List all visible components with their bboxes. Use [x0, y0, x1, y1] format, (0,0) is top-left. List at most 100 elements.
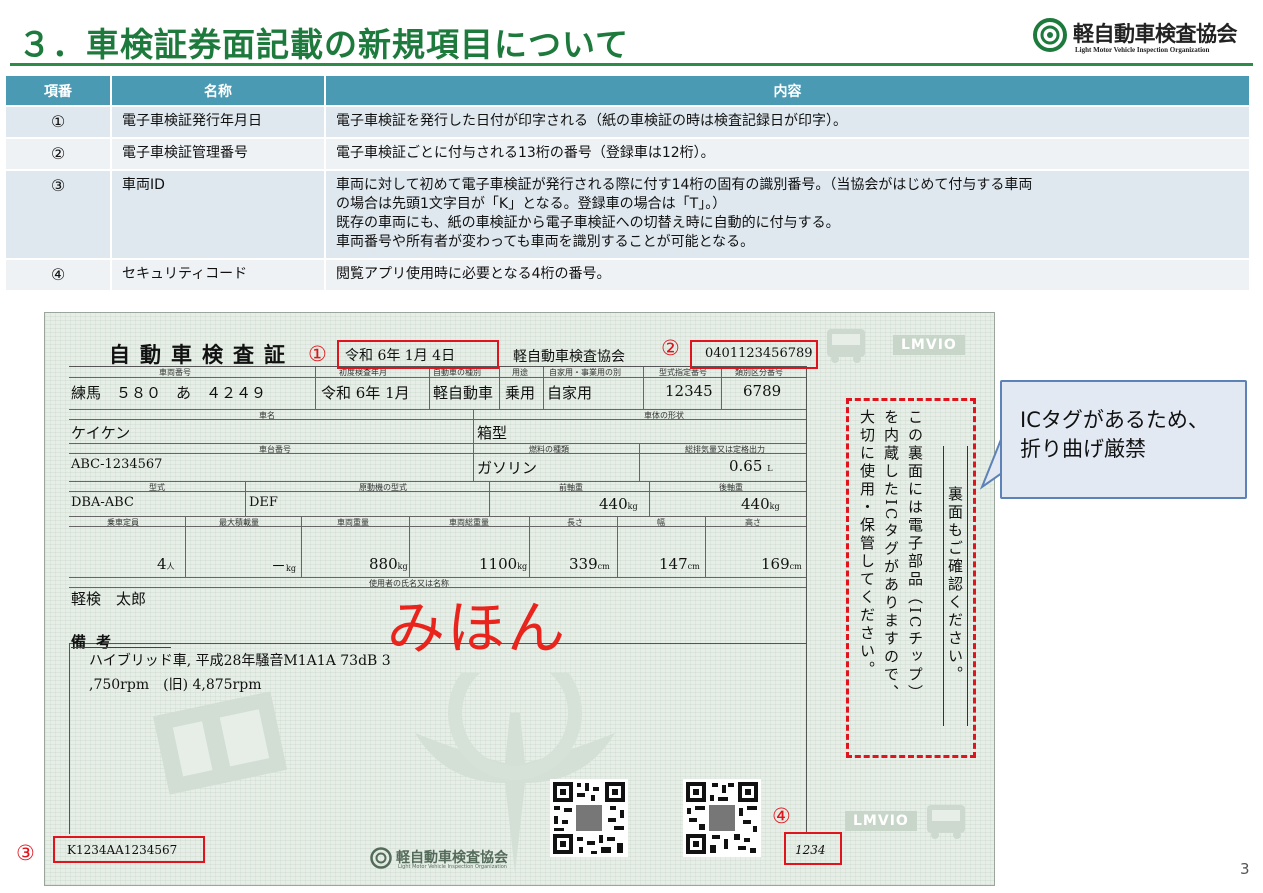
unit-label: L: [767, 464, 773, 473]
callout-line: ICタグがあるため、: [1020, 408, 1209, 432]
grid-line: [69, 526, 806, 527]
use-value: 乗用: [505, 384, 536, 402]
field-label: 後軸重: [719, 483, 743, 492]
row-number: ②: [6, 139, 112, 169]
unit-label: kg: [769, 502, 780, 511]
model-value: DBA-ABC: [71, 495, 134, 510]
row-content: 車両に対して初めて電子車検証が発行される際に付す14桁の固有の識別番号。（当協会…: [326, 171, 1249, 258]
grid-line: [429, 367, 430, 409]
table-row: ③ 車両ID 車両に対して初めて電子車検証が発行される際に付す14桁の固有の識別…: [6, 171, 1249, 258]
field-label: 総排気量又は定格出力: [685, 445, 765, 454]
length-value: 339cm: [569, 555, 610, 573]
grid-line: [69, 491, 806, 492]
height-number: 169: [761, 555, 790, 573]
row-name: 車両ID: [112, 171, 326, 258]
remarks-underline: [71, 647, 171, 648]
front-axle-value: 440kg: [599, 495, 638, 513]
grid-line: [639, 443, 640, 481]
content-line: 車両に対して初めて電子車検証が発行される際に付す14桁の固有の識別番号。（当協会…: [336, 177, 1033, 193]
field-label: 原動機の型式: [359, 483, 407, 492]
page-number: 3: [1240, 860, 1250, 878]
marker-number: ④: [772, 804, 791, 828]
marker-box-issue-date: [337, 340, 499, 369]
row-content: 電子車検証ごとに付与される13桁の番号（登録車は12桁）。: [326, 139, 1249, 169]
marker-box-ic-tag-area: [846, 398, 976, 758]
page-title: ３．車検証券面記載の新規項目について: [18, 25, 630, 64]
field-label: 車体の形状: [644, 411, 684, 420]
org-logo: 軽自動車検査協会 Light Motor Vehicle Inspection …: [1033, 16, 1258, 58]
field-label: 最大積載量: [219, 518, 259, 527]
body-shape-value: 箱型: [477, 424, 508, 442]
category-number-value: 6789: [743, 382, 782, 400]
unit-label: kg: [397, 562, 408, 571]
certificate-footer-logo: 軽自動車検査協会 Light Motor Vehicle Inspection …: [370, 845, 560, 873]
unit-label: cm: [597, 562, 610, 571]
fuel-value: ガソリン: [477, 459, 538, 477]
grid-line: [409, 516, 410, 577]
field-label: 乗車定員: [107, 518, 139, 527]
displacement-value: 0.65 L: [729, 457, 773, 475]
content-line: 電子車検証ごとに付与される13桁の番号（登録車は12桁）。: [336, 145, 715, 161]
front-axle-number: 440: [599, 495, 628, 513]
row-number: ④: [6, 260, 112, 290]
private-business-value: 自家用: [547, 384, 593, 402]
table-row: ① 電子車検証発行年月日 電子車検証を発行した日付が印字される（紙の車検証の時は…: [6, 107, 1249, 137]
org-name-en: Light Motor Vehicle Inspection Organizat…: [1075, 46, 1210, 54]
qr-code-icon: [683, 779, 761, 857]
content-line: 既存の車両にも、紙の車検証から電子車検証への切替え時に自動的に付与する。: [336, 215, 840, 231]
gross-weight-value: 1100kg: [479, 555, 527, 573]
field-label: 車台番号: [259, 445, 291, 454]
footer-org-name-en: Light Motor Vehicle Inspection Organizat…: [398, 864, 507, 870]
marker-box-vehicle-id: [53, 836, 205, 863]
reg-number-value: 練馬 ５８０ あ ４２４９: [71, 384, 267, 402]
grid-line: [649, 481, 650, 516]
first-reg-value: 令和 6年 1月: [321, 384, 410, 402]
bus-icon: [827, 329, 865, 363]
unit-label: kg: [627, 502, 638, 511]
table-row: ④ セキュリティコード 閲覧アプリ使用時に必要となる4桁の番号。: [6, 260, 1249, 290]
height-value: 169cm: [761, 555, 802, 573]
rear-axle-value: 440kg: [741, 495, 780, 513]
marker-number: ③: [16, 841, 35, 865]
row-number: ①: [6, 107, 112, 137]
issuer-name: 軽自動車検査協会: [513, 349, 625, 365]
type-designation-value: 12345: [665, 382, 713, 400]
row-name: 電子車検証発行年月日: [112, 107, 326, 137]
grid-line: [529, 516, 530, 577]
field-label: 燃料の種類: [529, 445, 569, 454]
width-number: 147: [659, 555, 688, 573]
grid-line: [617, 516, 618, 577]
unit-label: kg: [286, 564, 296, 573]
marker-box-management-number: [690, 340, 818, 369]
content-line: の場合は先頭1文字目が「K」となる。登録車の場合は「T」。）: [336, 196, 727, 212]
displacement-number: 0.65: [729, 457, 763, 475]
grid-line: [69, 516, 806, 517]
weight-number: 880: [369, 555, 398, 573]
field-label: 用途: [512, 368, 528, 377]
field-label: 車名: [259, 411, 275, 420]
certificate-title: 自動車検査証: [109, 342, 295, 367]
field-label: 自家用・事業用の別: [549, 368, 621, 377]
unit-label: kg: [517, 562, 528, 571]
row-content: 閲覧アプリ使用時に必要となる4桁の番号。: [326, 260, 1249, 290]
max-load-number: －: [271, 557, 287, 575]
callout-line: 折り曲げ厳禁: [1020, 437, 1146, 461]
field-label: 幅: [657, 518, 665, 527]
row-number: ③: [6, 171, 112, 258]
grid-line: [69, 481, 806, 482]
width-value: 147cm: [659, 555, 700, 573]
col-header-content: 内容: [326, 76, 1249, 105]
row-name: セキュリティコード: [112, 260, 326, 290]
table-row: ② 電子車検証管理番号 電子車検証ごとに付与される13桁の番号（登録車は12桁）…: [6, 139, 1249, 169]
unit-label: cm: [687, 562, 700, 571]
unit-label: 人: [166, 562, 175, 571]
qr-code-icon: [550, 779, 628, 857]
grid-line: [543, 367, 544, 409]
grid-line: [185, 516, 186, 577]
vehicle-kind-value: 軽自動車: [433, 384, 494, 402]
grid-line: [489, 481, 490, 516]
field-label: 車両番号: [159, 368, 191, 377]
engine-model-value: DEF: [249, 495, 278, 510]
chassis-number-value: ABC-1234567: [71, 457, 163, 472]
rear-axle-number: 440: [741, 495, 770, 513]
